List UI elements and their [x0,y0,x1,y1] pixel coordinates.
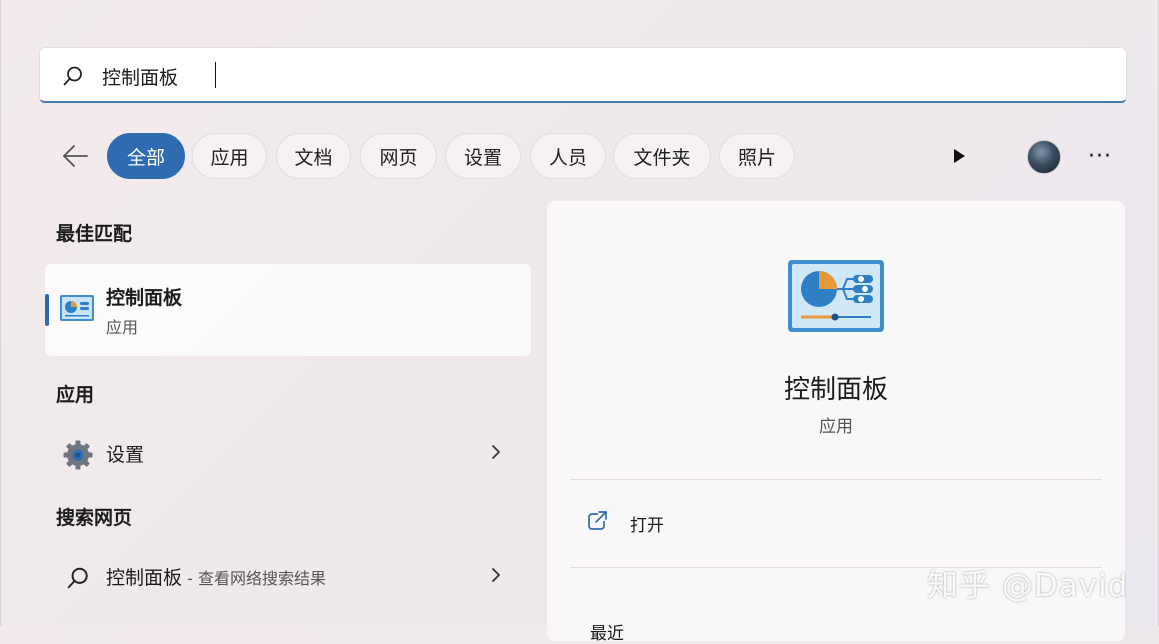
text-caret [215,62,216,88]
search-icon [62,562,94,594]
divider [570,479,1102,480]
open-external-icon [588,510,609,530]
selection-indicator [45,294,49,326]
chevron-right-icon[interactable] [485,564,507,586]
filter-chip-folders[interactable]: 文件夹 [613,133,711,179]
search-box[interactable] [39,47,1127,103]
open-action-button[interactable]: 打开 [570,496,1102,548]
control-panel-icon [60,295,94,321]
apps-heading: 应用 [56,384,95,406]
preview-title: 控制面板 [783,375,888,405]
web-result-query: 控制面板 [106,567,183,589]
filter-chip-settings[interactable]: 设置 [445,133,521,179]
watermark-text: 知乎 @David [927,568,1129,604]
best-match-title: 控制面板 [106,287,183,309]
back-button[interactable] [56,138,94,174]
best-match-subtitle: 应用 [106,318,139,337]
app-result-label: 设置 [106,444,145,466]
web-result-label: 控制面板 - 查看网络搜索结果 [106,563,326,590]
play-icon [954,149,965,163]
chevron-right-icon[interactable] [485,441,507,463]
web-search-heading: 搜索网页 [56,507,133,529]
open-action-label: 打开 [630,516,664,536]
gear-icon [62,439,94,471]
best-match-item[interactable]: 控制面板 应用 [45,264,531,356]
avatar[interactable] [1027,140,1061,174]
control-panel-icon [788,260,884,332]
search-input[interactable] [100,58,1104,94]
more-filters-button[interactable] [941,140,977,172]
filter-chip-web[interactable]: 网页 [360,133,437,179]
filter-chip-people[interactable]: 人员 [530,133,606,179]
app-result-settings[interactable]: 设置 [45,426,531,478]
web-result-item[interactable]: 控制面板 - 查看网络搜索结果 [45,549,531,601]
filter-chip-photos[interactable]: 照片 [719,133,795,179]
search-icon [63,66,82,86]
recent-heading: 最近 [590,624,624,644]
more-options-button[interactable]: ··· [1083,140,1117,172]
filter-chip-documents[interactable]: 文档 [276,133,351,179]
best-match-heading: 最佳匹配 [56,223,133,245]
filter-chip-apps[interactable]: 应用 [192,133,267,179]
filter-chip-all[interactable]: 全部 [107,133,185,179]
arrow-left-icon [63,145,88,167]
search-window: 全部 应用 文档 网页 设置 人员 文件夹 照片 ··· 最佳匹配 控制面板 应… [0,0,1159,644]
web-result-hint: - 查看网络搜索结果 [182,569,326,588]
preview-subtitle: 应用 [819,417,853,437]
